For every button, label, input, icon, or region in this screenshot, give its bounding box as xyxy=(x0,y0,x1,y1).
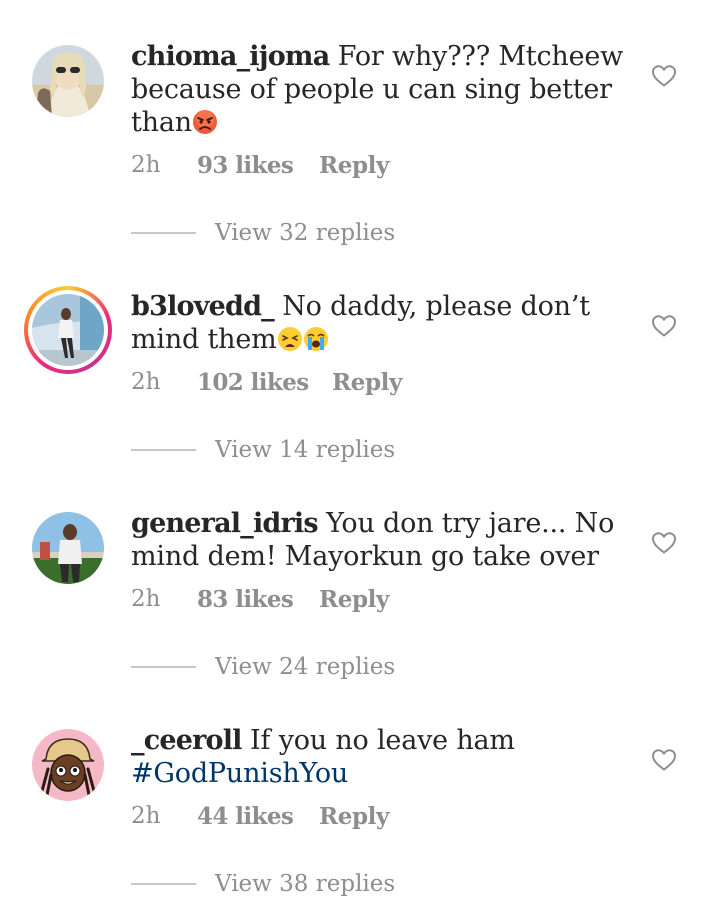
view-replies-label: View 24 replies xyxy=(215,654,396,680)
comment-time: 2h xyxy=(131,152,161,178)
comment-text: general_idris You don try jare... No min… xyxy=(131,507,631,573)
divider-line xyxy=(131,666,196,668)
avatar[interactable] xyxy=(31,44,105,118)
comment-time: 2h xyxy=(131,369,161,395)
comment-meta: 2h 93 likes Reply xyxy=(131,152,389,179)
reply-button[interactable]: Reply xyxy=(319,586,389,613)
avatar-story-ring[interactable] xyxy=(24,286,112,374)
view-replies-label: View 14 replies xyxy=(215,437,396,463)
crying-face-icon xyxy=(303,327,328,351)
view-replies-button[interactable]: View 14 replies xyxy=(131,437,395,463)
heart-outline-icon[interactable] xyxy=(651,314,677,338)
divider-line xyxy=(131,232,196,234)
avatar xyxy=(32,294,104,366)
avatar[interactable] xyxy=(31,728,105,802)
avatar[interactable] xyxy=(31,511,105,585)
comment-username[interactable]: b3lovedd_ xyxy=(131,291,275,322)
reply-button[interactable]: Reply xyxy=(319,803,389,830)
comment-time: 2h xyxy=(131,803,161,829)
comment-username[interactable]: _ceeroll xyxy=(131,725,242,756)
comment-meta: 2h 83 likes Reply xyxy=(131,586,389,613)
comment-meta: 2h 102 likes Reply xyxy=(131,369,402,396)
heart-outline-icon[interactable] xyxy=(651,531,677,555)
comment-time: 2h xyxy=(131,586,161,612)
comment-text: b3lovedd_ No daddy, please don’t mind th… xyxy=(131,290,631,356)
angry-face-icon xyxy=(192,110,217,134)
likes-count[interactable]: 83 likes xyxy=(197,586,319,613)
divider-line xyxy=(131,449,196,451)
comment-username[interactable]: general_idris xyxy=(131,508,319,539)
comment-text: chioma_ijoma For why??? Mtcheew because … xyxy=(131,40,631,139)
reply-button[interactable]: Reply xyxy=(332,369,402,396)
heart-outline-icon[interactable] xyxy=(651,748,677,772)
hashtag-link[interactable]: #GodPunishYou xyxy=(131,758,348,789)
view-replies-label: View 32 replies xyxy=(215,220,396,246)
comment-text: _ceeroll If you no leave ham #GodPunishY… xyxy=(131,724,631,790)
heart-outline-icon[interactable] xyxy=(651,64,677,88)
likes-count[interactable]: 102 likes xyxy=(197,369,332,396)
divider-line xyxy=(131,883,196,885)
view-replies-button[interactable]: View 24 replies xyxy=(131,654,395,680)
weary-face-icon xyxy=(277,327,302,351)
comment-meta: 2h 44 likes Reply xyxy=(131,803,389,830)
comment-username[interactable]: chioma_ijoma xyxy=(131,41,330,72)
view-replies-label: View 38 replies xyxy=(215,871,396,897)
view-replies-button[interactable]: View 32 replies xyxy=(131,220,395,246)
likes-count[interactable]: 44 likes xyxy=(197,803,319,830)
view-replies-button[interactable]: View 38 replies xyxy=(131,871,395,897)
reply-button[interactable]: Reply xyxy=(319,152,389,179)
comment-body: If you no leave ham xyxy=(250,725,515,756)
likes-count[interactable]: 93 likes xyxy=(197,152,319,179)
